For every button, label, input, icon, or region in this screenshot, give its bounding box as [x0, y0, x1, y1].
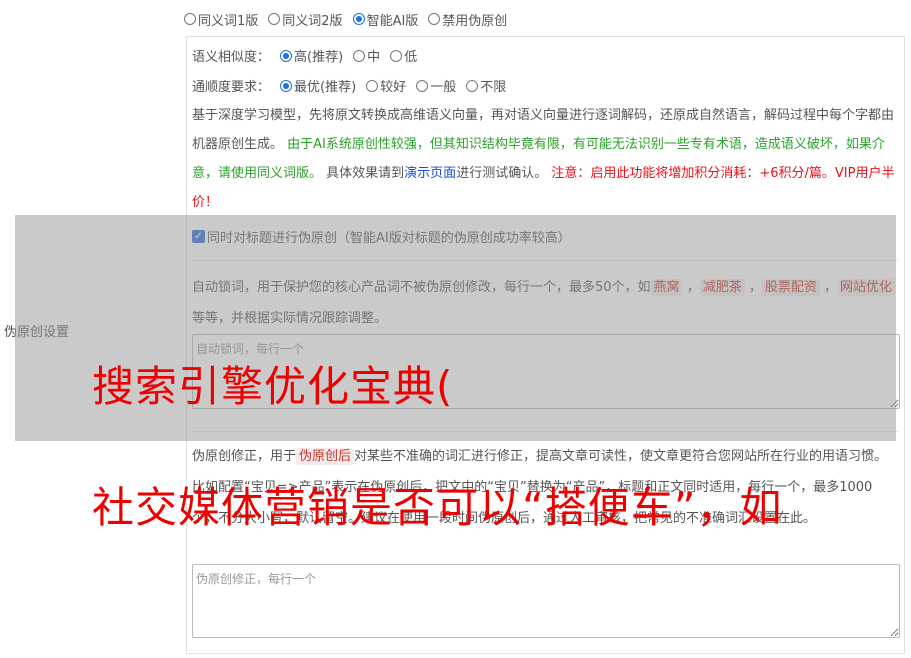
ai-description: 基于深度学习模型，先将原文转换成高维语义向量，再对语义向量进行逐词解码，还原成自… — [192, 101, 898, 217]
desc-text: 具体效果请到 — [326, 166, 405, 181]
correction-textarea[interactable] — [192, 564, 900, 638]
fluency-row: 通顺度要求： 最优(推荐) 较好 一般 不限 — [192, 76, 506, 95]
page: 同义词1版 同义词2版 智能AI版 禁用伪原创 语义相似度： 高(推荐) 中 低 — [0, 0, 911, 658]
mode-disable-radio[interactable]: 禁用伪原创 — [428, 10, 507, 29]
correction-text: 伪原创修正，用于 — [192, 449, 297, 464]
radio-on-icon — [280, 79, 293, 92]
mode-radio-group: 同义词1版 同义词2版 智能AI版 禁用伪原创 — [184, 8, 507, 30]
radio-off-icon — [353, 49, 366, 62]
mode-synonym2-radio[interactable]: 同义词2版 — [268, 10, 343, 29]
radio-off-icon — [268, 13, 281, 25]
radio-on-icon — [352, 13, 365, 25]
watermark-text: 搜索引擎优化宝典( — [92, 362, 454, 411]
desc-text: 进行测试确认。 — [456, 166, 548, 181]
option-label: 一般 — [430, 80, 457, 95]
radio-off-icon — [390, 49, 403, 62]
option-label: 高(推荐) — [294, 50, 344, 65]
mode-label: 同义词1版 — [198, 13, 259, 29]
mode-ai-radio[interactable]: 智能AI版 — [352, 10, 419, 29]
radio-off-icon — [366, 79, 379, 92]
similarity-label: 语义相似度： — [192, 50, 271, 65]
mode-label: 智能AI版 — [366, 13, 419, 29]
radio-off-icon — [184, 13, 196, 25]
mode-label: 禁用伪原创 — [442, 13, 508, 29]
option-label: 较好 — [380, 80, 407, 95]
mode-synonym1-radio[interactable]: 同义词1版 — [184, 10, 258, 29]
watermark-text: 社交媒体营销是否可以“搭便车”，如 — [92, 483, 783, 532]
similarity-low-radio[interactable]: 低 — [390, 46, 417, 65]
fluency-any-radio[interactable]: 不限 — [466, 76, 506, 95]
fluency-normal-radio[interactable]: 一般 — [416, 76, 456, 95]
demo-page-link[interactable]: 演示页面 — [404, 166, 456, 181]
radio-off-icon — [416, 79, 429, 92]
similarity-row: 语义相似度： 高(推荐) 中 低 — [192, 46, 417, 65]
fluency-label: 通顺度要求： — [192, 80, 271, 95]
option-label: 最优(推荐) — [294, 80, 357, 95]
radio-off-icon — [466, 79, 479, 92]
fluency-best-radio[interactable]: 最优(推荐) — [280, 76, 356, 95]
similarity-high-radio[interactable]: 高(推荐) — [280, 46, 343, 65]
radio-on-icon — [280, 49, 293, 62]
similarity-medium-radio[interactable]: 中 — [353, 46, 380, 65]
fluency-good-radio[interactable]: 较好 — [366, 76, 406, 95]
option-label: 中 — [367, 50, 381, 65]
radio-off-icon — [428, 13, 441, 25]
option-label: 不限 — [480, 80, 507, 95]
mode-label: 同义词2版 — [282, 13, 343, 29]
option-label: 低 — [404, 50, 418, 65]
correction-tag: 伪原创后 — [296, 448, 355, 465]
